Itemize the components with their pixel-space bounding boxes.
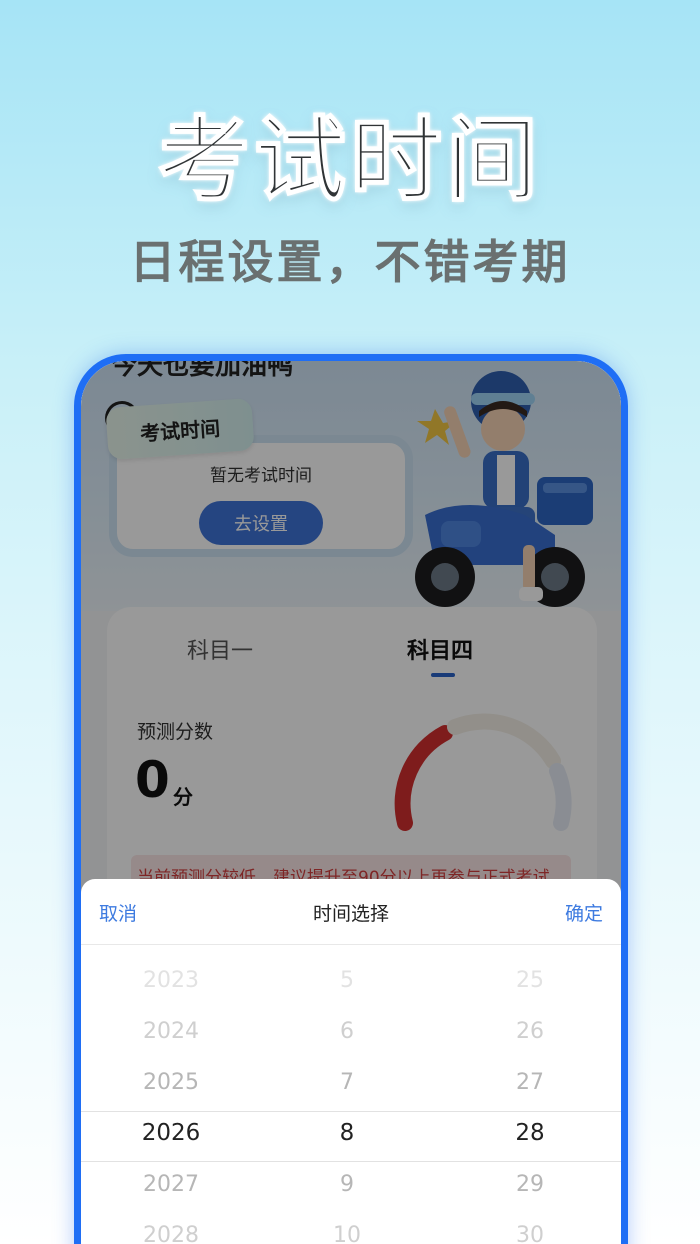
page-headline: 考试时间 — [157, 106, 542, 215]
app-screen: 今天也要加油鸭 考试时间 暂无考试时间 去设置 科目一 科目四 预测分数 0 分… — [81, 361, 621, 1244]
confirm-button[interactable]: 确定 — [565, 899, 603, 926]
date-picker-title: 时间选择 — [312, 903, 389, 925]
year-option[interactable]: 2025 — [131, 1057, 211, 1108]
day-option[interactable]: 27 — [495, 1057, 565, 1108]
year-wheel[interactable]: 2023 2024 2025 2026 2027 2028 — [131, 955, 211, 1244]
page-subline: 日程设置，不错考期 — [129, 235, 571, 289]
month-option[interactable]: 9 — [317, 1159, 377, 1210]
month-option[interactable]: 6 — [317, 1006, 377, 1057]
month-option[interactable]: 10 — [317, 1210, 377, 1244]
month-wheel[interactable]: 5 6 7 8 9 10 — [317, 955, 377, 1244]
day-option[interactable]: 29 — [495, 1159, 565, 1210]
day-option[interactable]: 25 — [495, 955, 565, 1006]
day-option[interactable]: 30 — [495, 1210, 565, 1244]
year-option[interactable]: 2023 — [131, 955, 211, 1006]
day-wheel[interactable]: 25 26 27 28 29 30 — [495, 955, 565, 1244]
day-option-selected[interactable]: 28 — [495, 1108, 565, 1159]
year-option[interactable]: 2024 — [131, 1006, 211, 1057]
year-option[interactable]: 2027 — [131, 1159, 211, 1210]
year-option-selected[interactable]: 2026 — [131, 1108, 211, 1159]
date-picker-sheet: 取消 时间选择 确定 2023 2024 2025 2026 2027 2028… — [81, 879, 621, 1244]
day-option[interactable]: 26 — [495, 1006, 565, 1057]
month-option[interactable]: 7 — [317, 1057, 377, 1108]
phone-frame: 今天也要加油鸭 考试时间 暂无考试时间 去设置 科目一 科目四 预测分数 0 分… — [74, 354, 628, 1244]
year-option[interactable]: 2028 — [131, 1210, 211, 1244]
date-picker-header: 取消 时间选择 确定 — [81, 879, 621, 945]
month-option-selected[interactable]: 8 — [317, 1108, 377, 1159]
month-option[interactable]: 5 — [317, 955, 377, 1006]
